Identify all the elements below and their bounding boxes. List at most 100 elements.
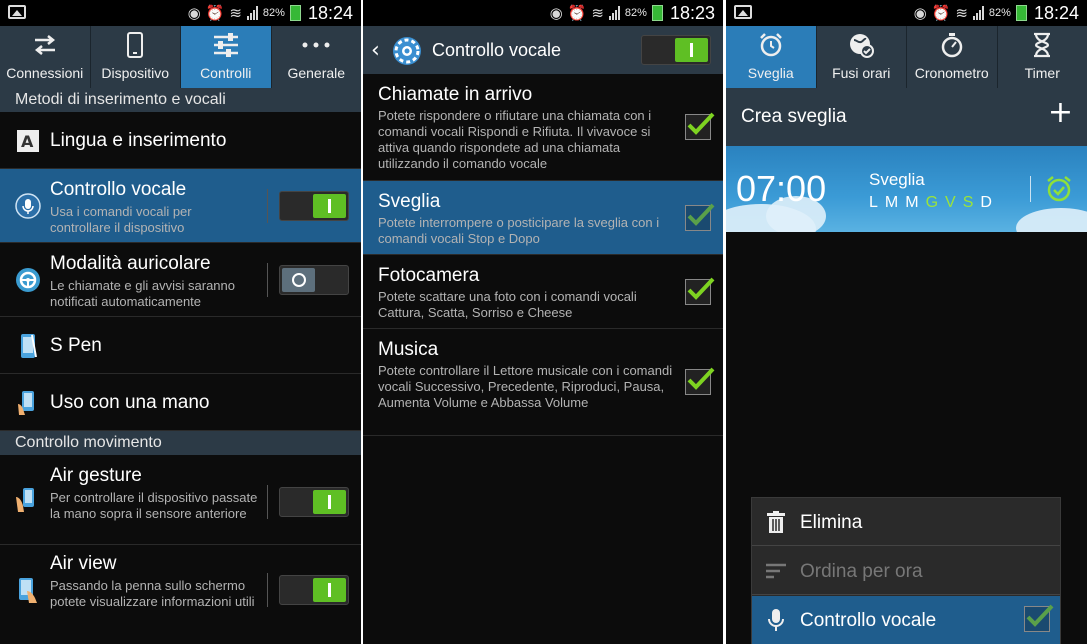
battery-icon (651, 5, 663, 21)
checkmark-icon (687, 367, 715, 390)
setting-air-view[interactable]: Air view Passando la penna sullo schermo… (0, 545, 361, 635)
menu-elimina[interactable]: Elimina (752, 498, 1060, 546)
battery-icon (289, 5, 301, 21)
setting-air-gesture[interactable]: Air gesture Per controllare il dispositi… (0, 455, 361, 545)
create-alarm-bar[interactable]: Crea sveglia + (726, 88, 1087, 146)
steering-wheel-icon (15, 267, 41, 293)
tab-connessioni[interactable]: Connessioni (0, 26, 91, 88)
svg-text:A: A (21, 132, 34, 151)
keyboard-a-icon: A (15, 128, 41, 154)
sveglia-checkbox[interactable] (685, 203, 715, 231)
section-header-movimento: Controllo movimento (0, 431, 361, 455)
wifi-icon: ≋ (229, 3, 242, 22)
alarm-status-icon: ⏰ (205, 3, 225, 22)
clock-panel: ◉ ⏰ ≋ 82% 18:24 Sveglia Fusi orari Crono… (726, 0, 1087, 644)
tab-sveglia[interactable]: Sveglia (726, 26, 817, 88)
tab-controlli[interactable]: Controlli (181, 26, 272, 88)
voice-mic-icon (15, 193, 41, 219)
checkmark-icon (687, 112, 715, 135)
eye-icon: ◉ (187, 3, 201, 22)
setting-uso-una-mano[interactable]: Uso con una mano (0, 374, 361, 431)
s-pen-icon (15, 333, 41, 359)
tab-cronometro[interactable]: Cronometro (907, 26, 998, 88)
alarm-card[interactable]: 07:00 Sveglia L M M G V S D (726, 146, 1087, 232)
voice-item-musica[interactable]: Musica Potete controllare il Lettore mus… (363, 329, 723, 436)
create-alarm-label: Crea sveglia (741, 106, 847, 127)
status-bar: ◉ ⏰ ≋ 82% 18:24 (0, 0, 361, 26)
wifi-icon: ≋ (591, 3, 604, 22)
menu-ordina-per-ora[interactable]: Ordina per ora (752, 547, 1060, 595)
air-gesture-switch[interactable] (279, 487, 349, 517)
alarm-status-icon: ⏰ (567, 3, 587, 22)
air-view-icon (15, 577, 41, 603)
eye-icon: ◉ (913, 3, 927, 22)
signal-icon (246, 6, 258, 20)
alarm-clock-icon (758, 31, 784, 59)
battery-percent: 82% (262, 7, 285, 19)
status-bar: ◉ ⏰ ≋ 82% 18:24 (726, 0, 1087, 26)
day-sabato: S (962, 194, 974, 211)
modalita-auricolare-switch[interactable] (279, 265, 349, 295)
signal-icon (972, 6, 984, 20)
chiamate-checkbox[interactable] (685, 112, 715, 140)
alarm-status-icon: ⏰ (931, 3, 951, 22)
battery-icon (1015, 5, 1027, 21)
setting-s-pen[interactable]: S Pen (0, 317, 361, 374)
voice-master-switch[interactable] (641, 35, 711, 65)
battery-percent: 82% (624, 7, 647, 19)
sort-icon (766, 563, 786, 579)
alarm-active-icon[interactable] (1044, 174, 1074, 204)
day-lunedi: L (869, 194, 878, 211)
stopwatch-icon (940, 31, 964, 59)
air-view-switch[interactable] (279, 575, 349, 605)
musica-checkbox[interactable] (685, 367, 715, 395)
cloud-decoration (1016, 208, 1087, 232)
status-time: 18:24 (307, 2, 353, 23)
sliders-icon (212, 31, 240, 59)
page-title: Controllo vocale (432, 40, 562, 60)
eye-icon: ◉ (549, 3, 563, 22)
back-chevron-icon[interactable]: ‹ (371, 38, 380, 63)
tab-generale[interactable]: Generale (272, 26, 362, 88)
wifi-icon: ≋ (955, 3, 968, 22)
signal-icon (608, 6, 620, 20)
status-bar: ◉ ⏰ ≋ 82% 18:23 (363, 0, 723, 26)
air-gesture-icon (15, 487, 41, 513)
tab-fusi-orari[interactable]: Fusi orari (817, 26, 907, 88)
voice-item-sveglia[interactable]: Sveglia Potete interrompere o posticipar… (363, 181, 723, 255)
settings-tabs: Connessioni Dispositivo Controlli Genera… (0, 26, 361, 88)
voice-item-fotocamera[interactable]: Fotocamera Potete scattare una foto con … (363, 255, 723, 329)
more-icon (301, 31, 331, 59)
voice-item-chiamate[interactable]: Chiamate in arrivo Potete rispondere o r… (363, 74, 723, 181)
checkmark-icon (687, 277, 715, 300)
fotocamera-checkbox[interactable] (685, 277, 715, 305)
voice-control-panel: ◉ ⏰ ≋ 82% 18:23 ‹ Controllo vocale Chiam… (363, 0, 723, 644)
globe-icon (848, 31, 875, 59)
settings-panel: ◉ ⏰ ≋ 82% 18:24 Connessioni Dispositivo (0, 0, 361, 644)
context-menu: Elimina Ordina per ora Controllo vocale (751, 497, 1061, 644)
alarm-time: 07:00 (736, 168, 827, 209)
day-venerdi: V (945, 194, 956, 211)
controllo-vocale-checkbox[interactable] (1024, 604, 1054, 632)
mic-icon (768, 609, 784, 631)
tab-dispositivo[interactable]: Dispositivo (91, 26, 181, 88)
gear-icon (393, 37, 421, 65)
trash-icon (767, 511, 785, 533)
checkmark-icon (1026, 604, 1054, 627)
one-hand-icon (15, 390, 41, 416)
gallery-notification-icon (734, 5, 752, 19)
plus-icon[interactable]: + (1048, 98, 1073, 128)
setting-controllo-vocale[interactable]: Controllo vocale Usa i comandi vocali pe… (0, 169, 361, 243)
battery-percent: 82% (988, 7, 1011, 19)
gallery-notification-icon (8, 5, 26, 19)
voice-header: ‹ Controllo vocale (363, 26, 723, 74)
controllo-vocale-switch[interactable] (279, 191, 349, 221)
setting-modalita-auricolare[interactable]: Modalità auricolare Le chiamate e gli av… (0, 243, 361, 317)
menu-controllo-vocale[interactable]: Controllo vocale (752, 596, 1060, 644)
phone-icon (126, 31, 144, 59)
tab-timer[interactable]: Timer (998, 26, 1087, 88)
clock-tabs: Sveglia Fusi orari Cronometro Timer (726, 26, 1087, 88)
status-time: 18:24 (1033, 2, 1079, 23)
setting-lingua[interactable]: A Lingua e inserimento (0, 112, 361, 169)
day-martedi: M (884, 194, 899, 211)
